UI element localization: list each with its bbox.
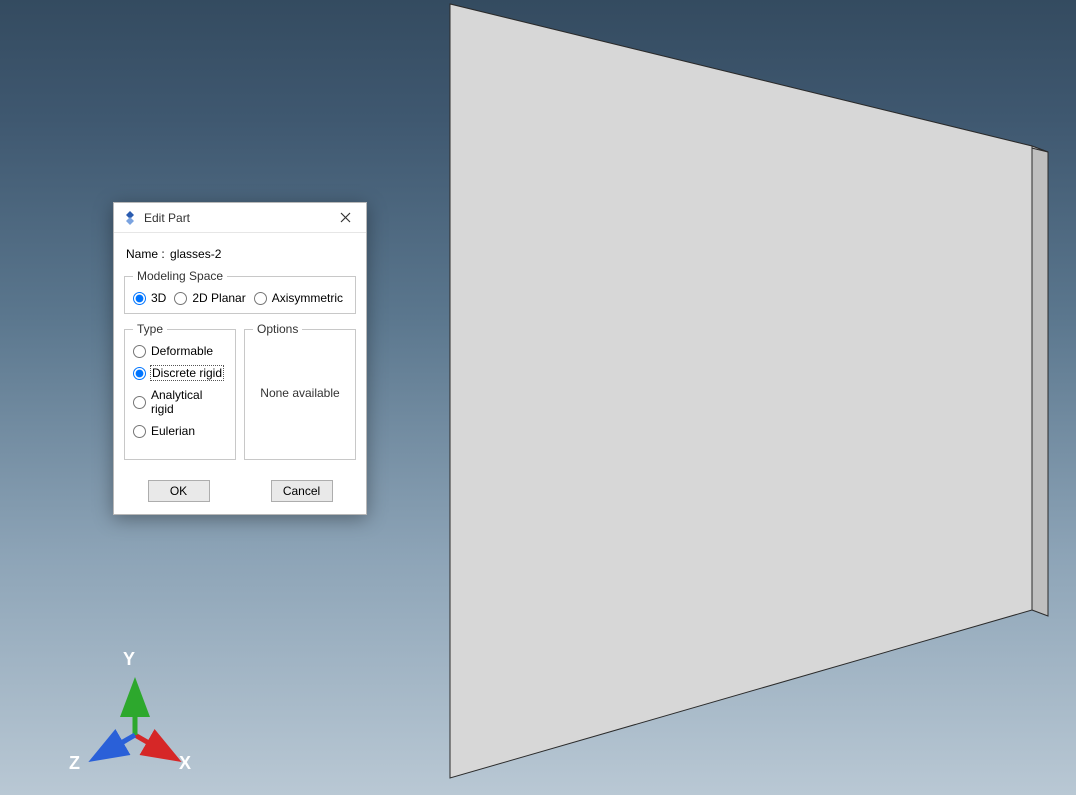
modeling-space-legend: Modeling Space xyxy=(133,269,227,283)
options-legend: Options xyxy=(253,322,302,336)
radio-axisymmetric-input[interactable] xyxy=(254,292,267,305)
options-group: Options None available xyxy=(244,322,356,460)
radio-eulerian-label: Eulerian xyxy=(151,424,195,438)
dialog-title: Edit Part xyxy=(144,211,190,225)
radio-discrete-rigid[interactable]: Discrete rigid xyxy=(133,366,227,380)
name-value: glasses-2 xyxy=(170,247,221,261)
axis-z-label: Z xyxy=(69,753,80,774)
radio-analytical-rigid-input[interactable] xyxy=(133,396,146,409)
axis-triad: X Y Z xyxy=(55,635,215,785)
radio-3d-input[interactable] xyxy=(133,292,146,305)
radio-2d-planar[interactable]: 2D Planar xyxy=(174,291,245,305)
radio-discrete-rigid-input[interactable] xyxy=(133,367,146,380)
axis-x-label: X xyxy=(179,753,191,774)
radio-deformable[interactable]: Deformable xyxy=(133,344,227,358)
radio-analytical-rigid[interactable]: Analytical rigid xyxy=(133,388,227,416)
radio-deformable-label: Deformable xyxy=(151,344,213,358)
close-icon xyxy=(340,212,351,223)
name-label: Name : xyxy=(126,247,165,261)
radio-2d-planar-input[interactable] xyxy=(174,292,187,305)
radio-axisymmetric-label: Axisymmetric xyxy=(272,291,343,305)
dialog-titlebar[interactable]: Edit Part xyxy=(114,203,366,233)
radio-3d[interactable]: 3D xyxy=(133,291,166,305)
axis-y-label: Y xyxy=(123,649,135,670)
ok-button[interactable]: OK xyxy=(148,480,210,502)
cancel-button[interactable]: Cancel xyxy=(271,480,333,502)
modeling-space-group: Modeling Space 3D 2D Planar Axisymmetric xyxy=(124,269,356,314)
options-text: None available xyxy=(260,386,339,400)
radio-discrete-rigid-label: Discrete rigid xyxy=(151,366,223,380)
edit-part-dialog: Edit Part Name : glasses-2 Modeling Spac… xyxy=(113,202,367,515)
radio-2d-planar-label: 2D Planar xyxy=(192,291,245,305)
radio-eulerian[interactable]: Eulerian xyxy=(133,424,227,438)
radio-deformable-input[interactable] xyxy=(133,345,146,358)
abaqus-icon xyxy=(122,210,138,226)
type-legend: Type xyxy=(133,322,167,336)
radio-3d-label: 3D xyxy=(151,291,166,305)
radio-eulerian-input[interactable] xyxy=(133,425,146,438)
radio-analytical-rigid-label: Analytical rigid xyxy=(151,388,227,416)
close-button[interactable] xyxy=(324,203,366,232)
name-row: Name : glasses-2 xyxy=(126,247,354,261)
radio-axisymmetric[interactable]: Axisymmetric xyxy=(254,291,343,305)
type-group: Type Deformable Discrete rigid Analytica… xyxy=(124,322,236,460)
